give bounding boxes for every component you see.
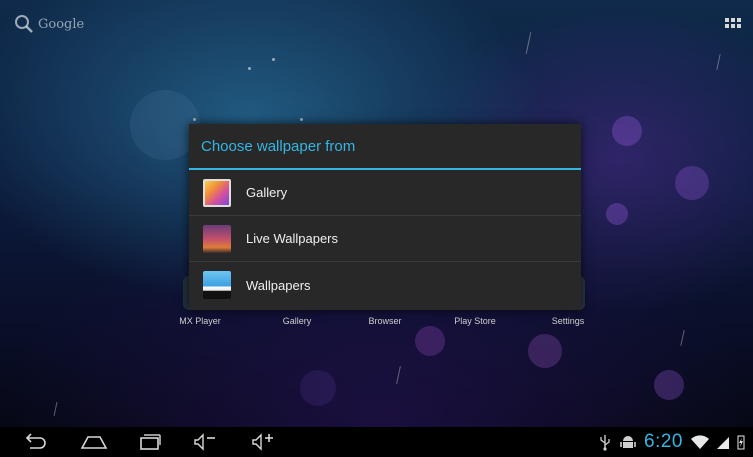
option-label: Wallpapers [246,277,311,293]
search-label: Google [38,16,85,32]
google-search-bar[interactable]: Google [14,14,84,34]
bokeh-light [675,166,709,200]
back-icon[interactable] [22,432,48,452]
option-label: Live Wallpapers [246,231,339,246]
battery-icon [737,435,745,450]
star-dot [248,67,251,70]
dock-label: Settings [551,316,585,326]
all-apps-icon[interactable] [725,18,741,28]
recent-apps-icon[interactable] [138,432,162,452]
gallery-icon [203,178,231,207]
choose-wallpaper-dialog: Choose wallpaper from Gallery Live Wallp… [189,124,581,310]
option-live-wallpapers[interactable]: Live Wallpapers [189,216,581,262]
bokeh-light [612,116,642,146]
dock-label: Gallery [282,316,312,326]
wallpapers-icon [203,271,231,299]
bokeh-light [606,203,628,225]
rain-streak [396,366,401,384]
volume-up-icon[interactable] [250,432,276,452]
system-navigation-bar: 6:20 [0,427,753,457]
option-wallpapers[interactable]: Wallpapers [189,262,581,308]
dock-label: MX Player [179,316,221,326]
home-icon[interactable] [80,432,108,452]
dock-label: Play Store [454,316,496,326]
bokeh-light [654,370,684,400]
status-tray[interactable]: 6:20 [598,431,745,453]
bokeh-light [528,334,562,368]
star-dot [272,58,275,61]
signal-icon [717,437,729,449]
wifi-icon [691,435,709,449]
search-icon [15,15,33,33]
rain-streak [53,402,58,416]
star-dot [300,118,303,121]
android-debug-icon [620,436,636,448]
status-clock: 6:20 [644,431,683,452]
dock-label: Browser [368,316,402,326]
option-label: Gallery [246,185,288,200]
bokeh-light [300,370,336,406]
live-wallpapers-icon [203,224,231,253]
rain-streak [716,54,721,70]
option-gallery[interactable]: Gallery [189,170,581,216]
rain-streak [525,32,532,54]
usb-icon [600,435,610,451]
volume-down-icon[interactable] [192,432,218,452]
star-dot [193,118,196,121]
dialog-title: Choose wallpaper from [189,124,581,170]
rain-streak [680,330,685,346]
